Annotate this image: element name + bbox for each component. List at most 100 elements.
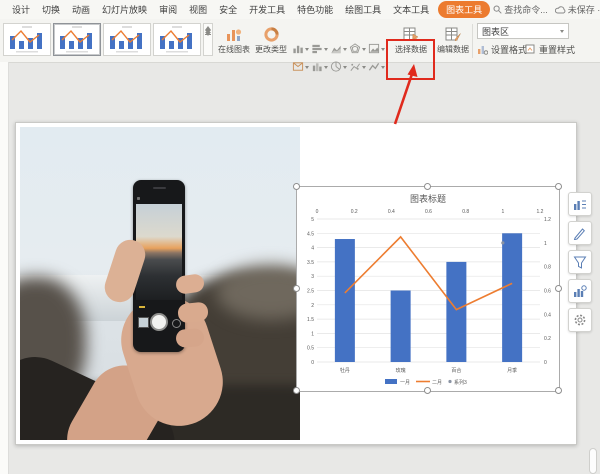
chevron-down-icon (560, 29, 564, 33)
svg-text:一月: 一月 (400, 380, 410, 386)
quick-chart-button[interactable] (568, 279, 592, 303)
chart-elements-icon (574, 200, 586, 210)
chevron-down-icon (381, 65, 385, 69)
svg-text:1: 1 (544, 241, 547, 247)
selection-handle[interactable] (424, 183, 431, 190)
chart-type-button[interactable] (330, 43, 347, 55)
set-format-button[interactable]: 设置格式 (477, 43, 527, 56)
chart-style-thumbnail[interactable] (103, 23, 151, 56)
phone-camera-toolbar (137, 197, 181, 200)
menu-tab[interactable]: 开发工具 (243, 3, 291, 16)
svg-text:3.5: 3.5 (307, 260, 314, 266)
chart-type-button[interactable] (368, 43, 385, 55)
column3d-chart-icon (312, 63, 322, 72)
edit-data-button[interactable]: 编辑数据 (436, 23, 470, 59)
chevron-down-icon (362, 47, 366, 51)
style-brush-button[interactable] (568, 221, 592, 245)
svg-text:0.4: 0.4 (544, 312, 551, 318)
svg-text:0: 0 (311, 360, 314, 366)
svg-text:0.6: 0.6 (544, 289, 551, 295)
search-placeholder: 查找命令... (504, 5, 548, 15)
select-data-button[interactable]: 选择数据 (390, 23, 432, 59)
menu-tab[interactable]: 审阅 (153, 3, 183, 16)
command-search[interactable]: 查找命令... (493, 3, 548, 16)
chevron-down-icon (381, 47, 385, 51)
svg-text:3: 3 (311, 274, 314, 280)
line-chart-icon (368, 62, 380, 71)
selection-handle[interactable] (293, 183, 300, 190)
selection-handle[interactable] (555, 387, 562, 394)
selection-handle[interactable] (293, 285, 300, 292)
chart-type-button[interactable] (330, 61, 347, 73)
filter-funnel-button[interactable] (568, 250, 592, 274)
chart-style-thumbnail[interactable] (53, 23, 101, 56)
svg-text:2.5: 2.5 (307, 289, 314, 295)
svg-text:4: 4 (311, 246, 314, 252)
svg-text:5: 5 (311, 217, 314, 223)
selection-handle[interactable] (555, 183, 562, 190)
svg-text:月季: 月季 (507, 367, 517, 374)
chevron-down-icon (343, 65, 347, 69)
selection-handle[interactable] (555, 285, 562, 292)
menu-tab[interactable]: 绘图工具 (339, 3, 387, 16)
gallery-scroll[interactable] (203, 23, 213, 56)
online-chart-icon (227, 29, 242, 41)
ribbon-separator (472, 24, 473, 58)
menu-tab-active[interactable]: 图表工具 (438, 1, 491, 18)
style-brush-icon (573, 228, 585, 240)
chevron-down-icon (305, 47, 309, 51)
svg-text:系列3: 系列3 (454, 379, 467, 386)
menu-right-group: 查找命令... 未保存 · 分享 批注 ? ⋮ (493, 3, 600, 16)
chart-type-button[interactable] (349, 61, 366, 73)
gallery-more-icon[interactable] (205, 32, 211, 53)
chevron-down-icon (324, 65, 328, 69)
select-data-icon (403, 27, 419, 41)
chevron-down-icon (305, 65, 309, 69)
radar-chart-icon (349, 43, 361, 54)
menu-tab[interactable]: 设计 (6, 3, 36, 16)
chart-style-thumbnail[interactable] (153, 23, 201, 56)
chart-type-button[interactable] (292, 61, 309, 73)
menu-tab[interactable]: 文本工具 (387, 3, 435, 16)
chart-elements-button[interactable] (568, 192, 592, 216)
envelope-chart-icon (292, 62, 304, 71)
change-type-icon (263, 27, 279, 42)
svg-text:2: 2 (311, 303, 314, 309)
chart-type-button[interactable] (349, 43, 366, 55)
menu-tab[interactable]: 动画 (66, 3, 96, 16)
online-chart-button[interactable]: 在线图表 (216, 23, 252, 59)
bar-chart-icon (312, 44, 322, 54)
thumbnail-panel-strip (0, 62, 9, 474)
chart-type-button[interactable] (311, 43, 328, 55)
svg-text:0.2: 0.2 (544, 336, 551, 342)
chevron-down-icon (343, 47, 347, 51)
vertical-scrollbar-thumb[interactable] (589, 448, 597, 474)
menu-tab[interactable]: 切换 (36, 3, 66, 16)
svg-text:1.2: 1.2 (544, 217, 551, 223)
svg-text:0: 0 (544, 360, 547, 366)
settings-gear-button[interactable] (568, 308, 592, 332)
menu-tab[interactable]: 特色功能 (291, 3, 339, 16)
chart-element-dropdown[interactable]: 图表区 (477, 23, 569, 39)
pie-chart-icon (330, 61, 342, 72)
reset-style-icon (525, 44, 535, 54)
chart-type-button[interactable] (368, 61, 385, 73)
selection-handle[interactable] (424, 387, 431, 394)
menu-tab[interactable]: 安全 (213, 3, 243, 16)
photo-hand-holding-phone[interactable] (20, 127, 300, 440)
svg-text:0.8: 0.8 (544, 265, 551, 271)
save-status[interactable]: 未保存 · (554, 3, 600, 16)
menu-tab[interactable]: 视图 (183, 3, 213, 16)
selection-handle[interactable] (293, 387, 300, 394)
chart-style-thumbnail[interactable] (3, 23, 51, 56)
chart-object[interactable]: 图表标题 0 0.5 1 1.5 2 2.5 3 3.5 4 4.5 5 0 0.2 0.4 0.6 0.8 1 1… (293, 183, 562, 394)
picture-chart-icon (368, 43, 380, 54)
svg-text:4.5: 4.5 (307, 231, 314, 237)
change-type-button[interactable]: 更改类型 (252, 23, 290, 59)
edit-data-icon (445, 27, 461, 42)
svg-text:百合: 百合 (451, 367, 461, 374)
chart-type-button[interactable] (311, 61, 328, 73)
chart-type-button[interactable] (292, 43, 309, 55)
reset-style-button[interactable]: 重置样式 (525, 43, 575, 56)
menu-tab[interactable]: 幻灯片放映 (96, 3, 153, 16)
